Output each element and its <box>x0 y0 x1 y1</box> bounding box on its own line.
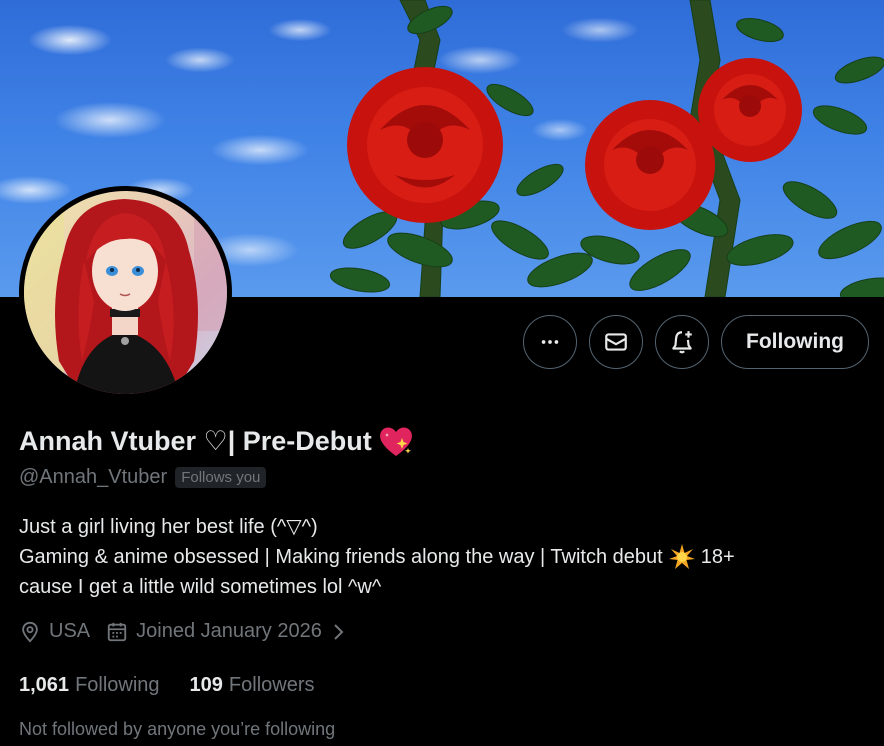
bio-line: Just a girl living her best life (^▽^) <box>19 516 318 538</box>
following-button[interactable]: Following <box>721 315 869 369</box>
bio-line: Gaming & anime obsessed | Making friends… <box>19 542 869 572</box>
location: USA <box>19 620 90 643</box>
chevron-right-icon <box>334 623 344 640</box>
location-text: USA <box>49 620 91 642</box>
bio-text: Gaming & anime obsessed | Making friends… <box>19 546 663 568</box>
location-pin-icon <box>22 621 38 642</box>
bio-text: 18+ <box>700 546 735 568</box>
avatar[interactable] <box>19 186 232 399</box>
display-name: Annah Vtuber ♡| Pre-Debut <box>19 424 414 458</box>
profile-meta: USA Joined January 2026 <box>19 620 346 643</box>
profile-page: Following Annah Vtuber ♡| Pre-Debut @Ann… <box>0 0 884 746</box>
sparkling-heart-emoji <box>378 424 414 458</box>
following-count: 1,061 <box>19 674 70 696</box>
envelope-icon <box>605 333 627 351</box>
follows-you-badge: Follows you <box>175 467 267 488</box>
message-button[interactable] <box>589 315 644 369</box>
followers-count: 109 <box>189 674 223 696</box>
join-date-text: Joined January 2026 <box>136 620 322 642</box>
join-date[interactable]: Joined January 2026 <box>106 620 346 643</box>
following-stat[interactable]: 1,061 Following <box>19 674 160 697</box>
followers-label: Followers <box>228 674 315 696</box>
bio: Just a girl living her best life (^▽^) G… <box>19 512 869 602</box>
following-label: Following <box>75 674 160 696</box>
bell-plus-icon <box>672 331 692 354</box>
display-name-text: Annah Vtuber ♡| Pre-Debut <box>19 425 372 456</box>
glowing-star-emoji <box>668 544 695 570</box>
follow-stats: 1,061 Following 109 Followers <box>19 674 315 697</box>
calendar-icon <box>107 622 127 641</box>
more-button[interactable] <box>523 315 578 369</box>
bio-line: cause I get a little wild sometimes lol … <box>19 576 382 598</box>
mutual-followers-note: Not followed by anyone you’re following <box>19 719 336 739</box>
notifications-button[interactable] <box>655 315 710 369</box>
more-horizontal-icon <box>541 340 559 344</box>
handle-row: @Annah_Vtuber Follows you <box>19 466 267 489</box>
profile-actions: Following <box>523 315 869 369</box>
followers-stat[interactable]: 109 Followers <box>190 674 315 697</box>
avatar-image <box>24 191 227 394</box>
handle: @Annah_Vtuber <box>19 466 168 488</box>
